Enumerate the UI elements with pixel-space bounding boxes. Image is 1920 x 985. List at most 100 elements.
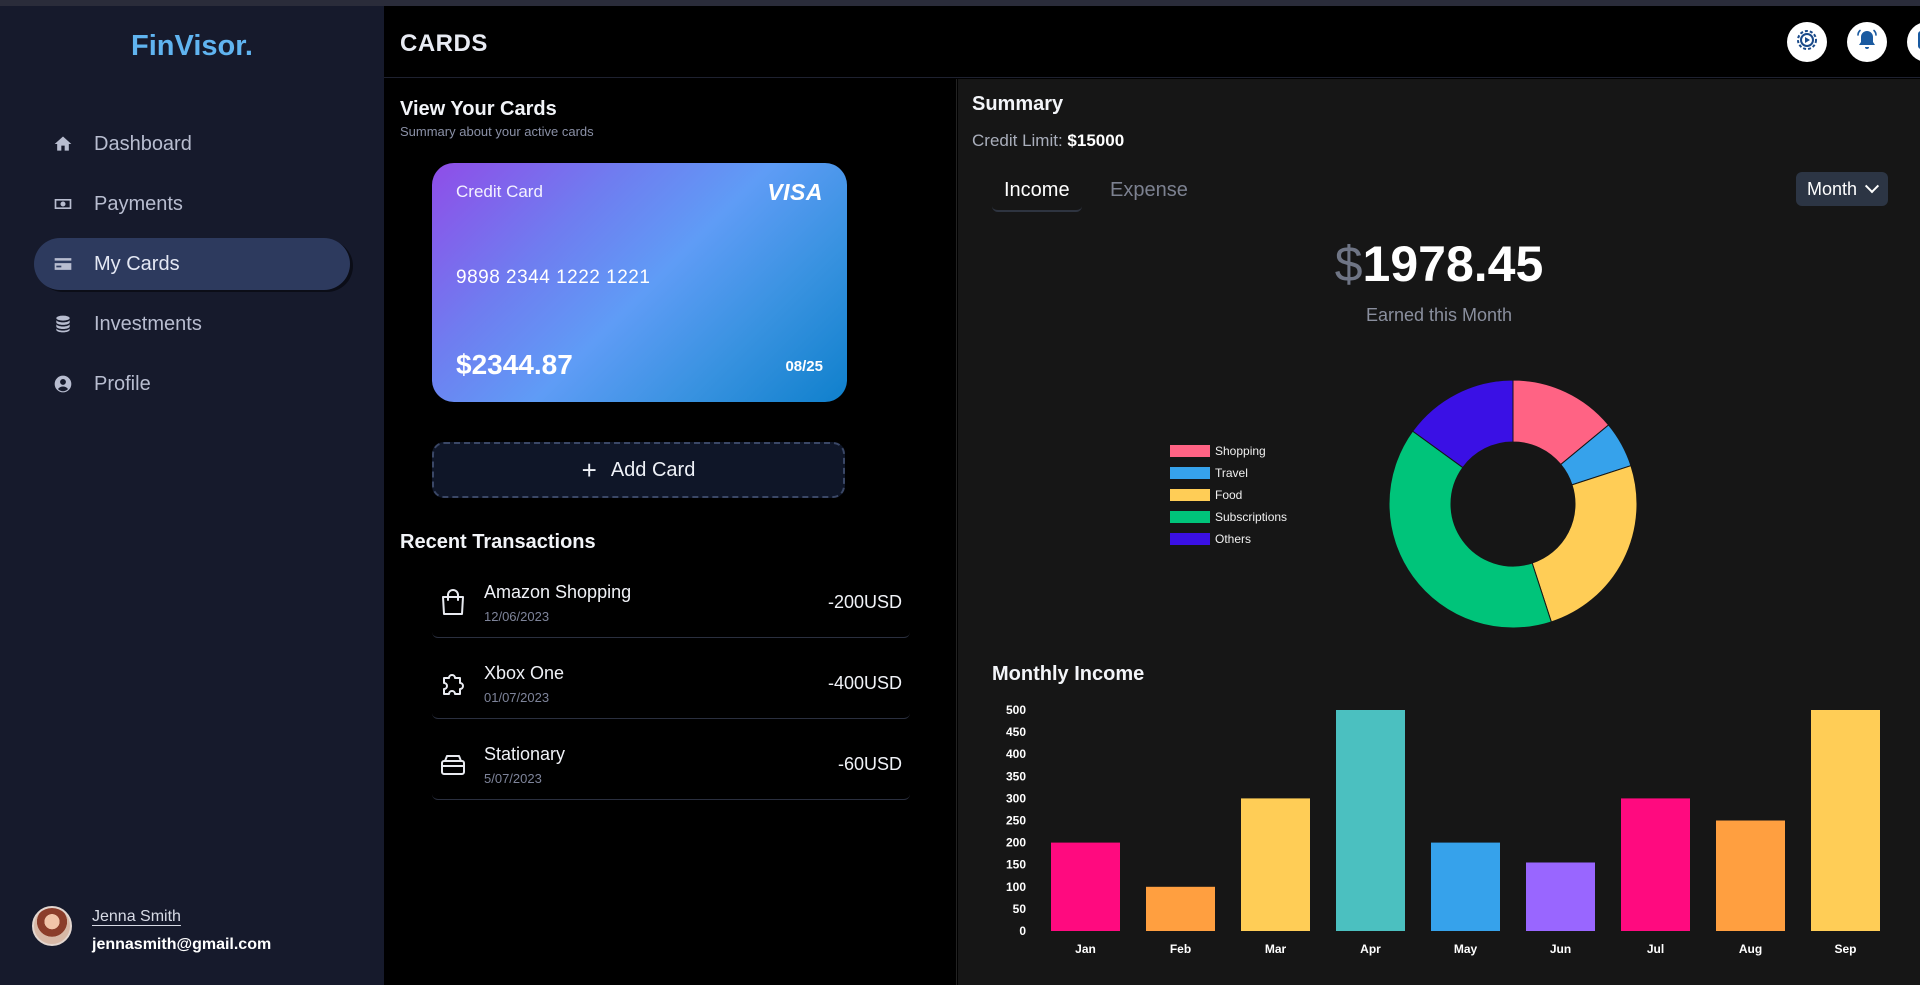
- bar-apr[interactable]: [1336, 710, 1405, 931]
- y-tick-label: 300: [1006, 791, 1026, 805]
- user-name-link[interactable]: Jenna Smith: [92, 908, 181, 926]
- coins-stack-icon: [52, 313, 74, 335]
- summary-panel: Summary Credit Limit: $15000 Income Expe…: [958, 79, 1920, 985]
- monthly-income-title: Monthly Income: [992, 663, 1145, 685]
- sidebar-item-label: Dashboard: [94, 132, 192, 155]
- transaction-amount: -60USD: [837, 754, 902, 774]
- y-tick-label: 100: [1006, 880, 1026, 894]
- y-tick-label: 350: [1006, 769, 1026, 783]
- transaction-name: Amazon Shopping: [484, 582, 632, 602]
- donut-slice-subscriptions[interactable]: [1388, 430, 1552, 629]
- add-card-button[interactable]: + Add Card: [432, 442, 845, 498]
- card-icon: [52, 253, 74, 275]
- sidebar-item-label: Investments: [94, 312, 202, 335]
- card-expiry: 08/25: [785, 358, 823, 375]
- home-icon: [52, 133, 74, 155]
- sidebar-item-payments[interactable]: Payments: [34, 178, 350, 230]
- legend-label: Shopping: [1215, 444, 1266, 458]
- period-select-value: Month: [1806, 178, 1858, 199]
- currency-symbol: $: [1334, 236, 1363, 292]
- donut-legend: Shopping Travel Food Subscriptions Others: [1170, 440, 1287, 550]
- summary-title: Summary: [972, 93, 1064, 115]
- avatar[interactable]: [32, 906, 72, 946]
- tab-expense[interactable]: Expense: [1098, 171, 1200, 210]
- x-tick-label: Sep: [1834, 942, 1856, 956]
- bar-sep[interactable]: [1811, 710, 1880, 931]
- cards-section-subtitle: Summary about your active cards: [400, 124, 594, 139]
- legend-label: Subscriptions: [1215, 510, 1288, 524]
- bar-jan[interactable]: [1051, 842, 1120, 931]
- legend-item-travel[interactable]: Travel: [1170, 462, 1287, 484]
- sidebar-item-label: My Cards: [94, 252, 180, 275]
- chevron-down-icon: [1864, 179, 1880, 194]
- tab-income[interactable]: Income: [992, 171, 1082, 212]
- shopping-bag-icon: [438, 587, 470, 619]
- bar-feb[interactable]: [1146, 886, 1215, 931]
- card-type: Credit Card: [456, 182, 543, 201]
- cards-panel: View Your Cards Summary about your activ…: [384, 79, 957, 985]
- credit-limit-value: $15000: [1067, 131, 1125, 150]
- y-tick-label: 450: [1006, 725, 1026, 739]
- transaction-date: 12/06/2023: [484, 609, 550, 624]
- x-tick-label: Jun: [1550, 942, 1571, 956]
- add-card-label: Add Card: [610, 458, 696, 481]
- user-profile: Jenna Smith jennasmith@gmail.com: [32, 906, 372, 956]
- legend-item-others[interactable]: Others: [1170, 528, 1287, 550]
- sidebar-item-label: Profile: [94, 372, 151, 395]
- credit-limit-label: Credit Limit:: [972, 131, 1063, 150]
- bar-may[interactable]: [1431, 842, 1500, 931]
- transaction-item[interactable]: Amazon Shopping 12/06/2023 -200USD: [432, 575, 910, 638]
- legend-swatch: [1170, 489, 1210, 501]
- y-tick-label: 50: [1013, 902, 1027, 916]
- legend-label: Food: [1215, 488, 1243, 502]
- income-caption: Earned this Month: [1365, 305, 1513, 325]
- income-amount: $1978.45: [958, 235, 1920, 293]
- transaction-amount: -400USD: [827, 673, 902, 693]
- app-logo[interactable]: FinVisor.: [0, 30, 384, 63]
- x-tick-label: Jan: [1075, 942, 1096, 956]
- legend-item-subscriptions[interactable]: Subscriptions: [1170, 506, 1287, 528]
- transaction-item[interactable]: Xbox One 01/07/2023 -400USD: [432, 656, 910, 719]
- tray-icon: [438, 749, 470, 781]
- bar-jul[interactable]: [1621, 798, 1690, 931]
- income-donut-chart: [1388, 379, 1638, 629]
- settings-button[interactable]: [1787, 22, 1827, 62]
- sidebar-item-my-cards[interactable]: My Cards: [34, 238, 350, 290]
- credit-card[interactable]: Credit Card VISA 9898 2344 1222 1221 $23…: [432, 163, 847, 402]
- settings-icon: [1795, 28, 1819, 57]
- legend-swatch: [1170, 511, 1210, 523]
- sidebar-nav: Dashboard Payments My Cards Investments …: [34, 118, 350, 418]
- y-tick-label: 400: [1006, 747, 1026, 761]
- bar-jun[interactable]: [1526, 862, 1595, 931]
- legend-label: Others: [1215, 532, 1252, 546]
- x-tick-label: Jul: [1647, 942, 1664, 956]
- legend-swatch: [1170, 445, 1210, 457]
- y-tick-label: 250: [1006, 814, 1026, 828]
- x-tick-label: Feb: [1170, 942, 1191, 956]
- notifications-button[interactable]: [1847, 22, 1887, 62]
- user-circle-icon: [52, 373, 74, 395]
- legend-item-shopping[interactable]: Shopping: [1170, 440, 1287, 462]
- transaction-date: 01/07/2023: [484, 690, 550, 705]
- logout-button[interactable]: [1907, 22, 1920, 62]
- x-tick-label: Apr: [1360, 942, 1381, 956]
- recent-transactions-title: Recent Transactions: [400, 531, 596, 553]
- transaction-amount: -200USD: [827, 592, 902, 612]
- sidebar-item-investments[interactable]: Investments: [34, 298, 350, 350]
- sidebar-item-dashboard[interactable]: Dashboard: [34, 118, 350, 170]
- monthly-income-bar-chart: 0 50 100 150 200 250 300 350 400 450 500 Jan Feb Mar A…: [1006, 703, 1880, 956]
- donut-slice-food[interactable]: [1531, 465, 1638, 623]
- legend-swatch: [1170, 533, 1210, 545]
- cards-section-title: View Your Cards: [400, 98, 557, 120]
- period-select[interactable]: Month: [1796, 172, 1888, 206]
- income-amount-value: 1978.45: [1362, 236, 1544, 292]
- legend-item-food[interactable]: Food: [1170, 484, 1287, 506]
- y-tick-label: 500: [1006, 703, 1026, 717]
- bar-mar[interactable]: [1241, 798, 1310, 931]
- transaction-item[interactable]: Stationary 5/07/2023 -60USD: [432, 737, 910, 800]
- transaction-name: Stationary: [484, 744, 566, 764]
- bar-aug[interactable]: [1716, 820, 1785, 932]
- y-tick-label: 150: [1006, 858, 1026, 872]
- card-number: 9898 2344 1222 1221: [456, 267, 651, 288]
- sidebar-item-profile[interactable]: Profile: [34, 358, 350, 410]
